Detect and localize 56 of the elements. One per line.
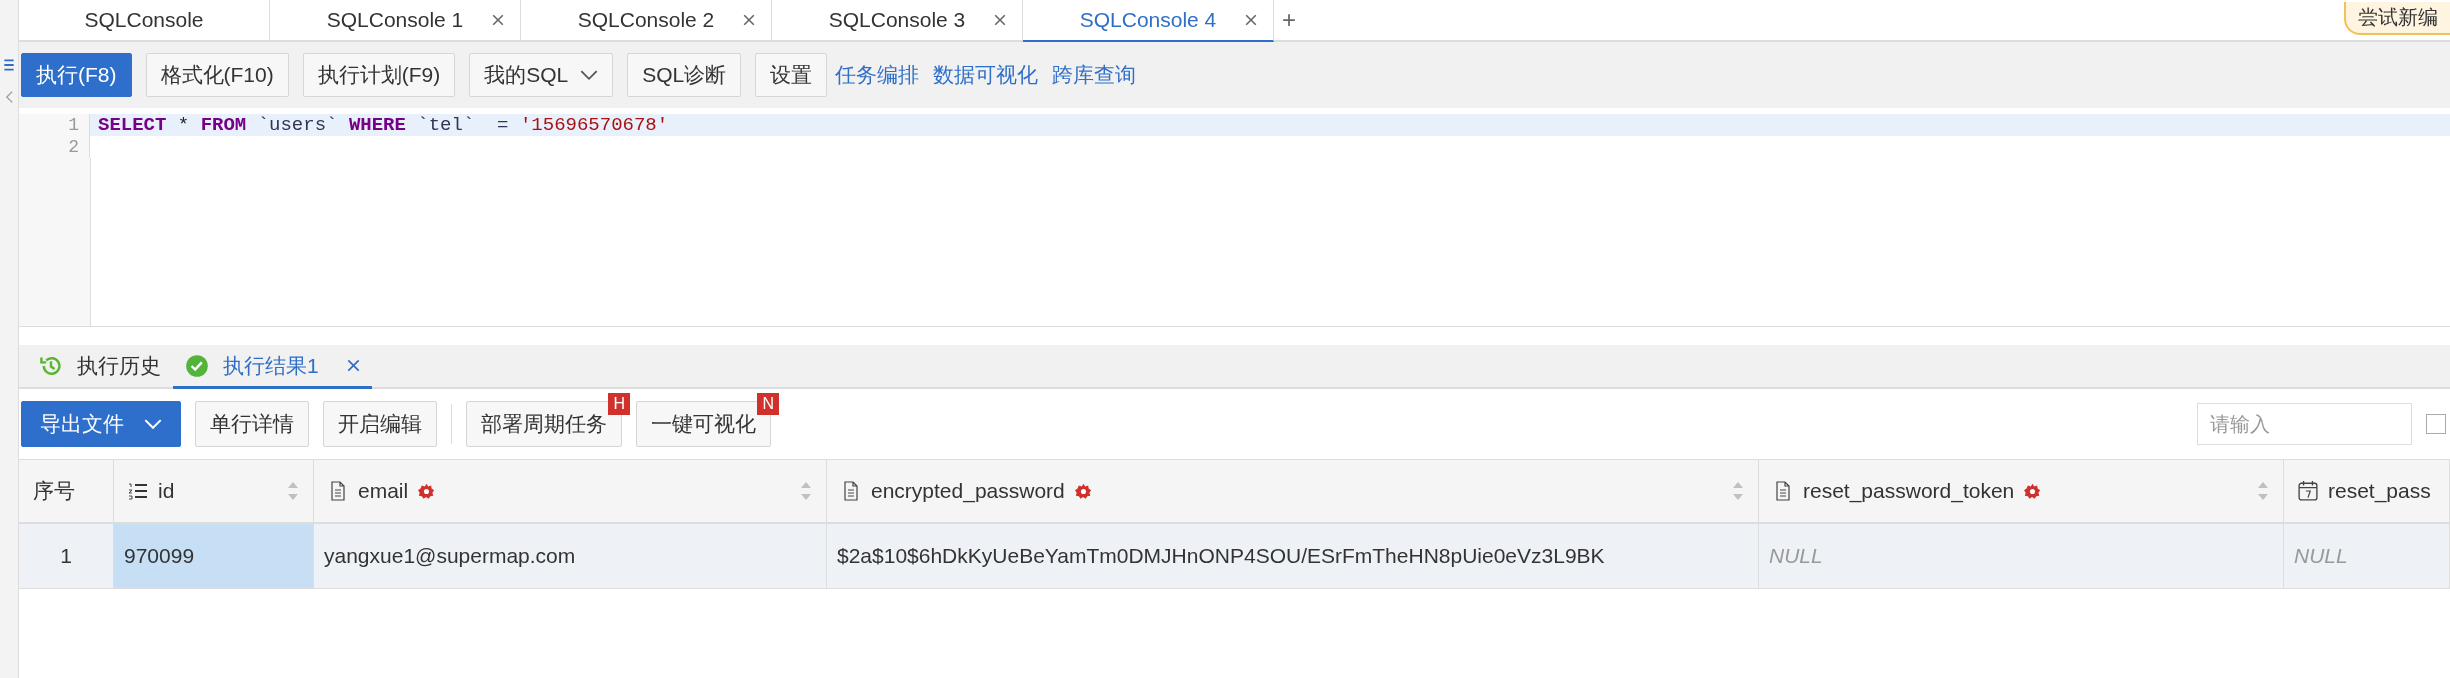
line-number: 2 (19, 136, 90, 158)
toolbar-link[interactable]: 数据可视化 (933, 61, 1039, 89)
chevron-down-icon (580, 69, 599, 81)
dropdown-button[interactable]: 我的SQL (469, 53, 614, 97)
try-new-editor-badge[interactable]: 尝试新编 (2344, 2, 2450, 35)
column-header[interactable]: reset_pass (2284, 460, 2450, 524)
document-icon (1773, 481, 1793, 501)
column-header[interactable]: reset_password_token (1759, 460, 2284, 524)
table-cell[interactable]: 970099 (114, 524, 314, 589)
close-icon[interactable] (743, 14, 755, 26)
new-badge: N (757, 393, 779, 415)
close-icon[interactable] (346, 359, 360, 372)
new-tab-button[interactable]: + (1274, 0, 1304, 40)
document-icon (841, 481, 861, 501)
gear-icon (418, 482, 436, 500)
close-icon[interactable] (1245, 14, 1257, 26)
column-header[interactable]: email (314, 460, 827, 524)
sql-code: SELECT * FROM `users` WHERE `tel` = '15696570678' (98, 114, 669, 136)
toolbar-button[interactable]: 单行详情 (195, 401, 309, 447)
table-cell[interactable]: yangxue1@supermap.com (314, 524, 827, 589)
list-icon (128, 481, 148, 501)
toolbar-link[interactable]: 跨库查询 (1052, 61, 1137, 89)
export-button[interactable]: 导出文件 (21, 401, 181, 447)
close-icon[interactable] (492, 14, 504, 26)
column-header[interactable]: encrypted_password (827, 460, 1759, 524)
search-field[interactable]: 请输入 (2197, 403, 2412, 445)
run-button[interactable]: 执行(F8) (21, 53, 132, 97)
result-tab[interactable]: 执行历史 (27, 345, 173, 387)
toolbar-button[interactable]: 格式化(F10) (145, 53, 289, 97)
table-cell[interactable]: 1 (19, 524, 114, 589)
line-number: 1 (19, 114, 90, 136)
gear-icon (1074, 482, 1092, 500)
toolbar-button[interactable]: 设置 (755, 53, 828, 97)
column-header[interactable]: id (114, 460, 314, 524)
document-icon (328, 481, 348, 501)
toolbar-button[interactable]: SQL诊断 (627, 53, 742, 97)
calendar-icon (2298, 481, 2318, 501)
column-header[interactable]: 序号 (19, 460, 114, 524)
success-icon (185, 353, 209, 378)
console-tab[interactable]: SQLConsole (19, 0, 270, 40)
chevron-down-icon (144, 418, 162, 430)
result-tab[interactable]: 执行结果1 (173, 345, 372, 389)
history-icon (39, 354, 63, 378)
toolbar-link[interactable]: 任务编排 (835, 61, 920, 89)
console-tab[interactable]: SQLConsole 1 (270, 0, 521, 40)
chevron-left-icon[interactable] (4, 90, 14, 104)
console-tab[interactable]: SQLConsole 3 (772, 0, 1023, 40)
new-badge: H (608, 393, 630, 415)
console-tab[interactable]: SQLConsole 2 (521, 0, 772, 40)
toolbar-button[interactable]: 开启编辑 (323, 401, 437, 447)
close-icon[interactable] (994, 14, 1006, 26)
menu-icon[interactable] (3, 58, 15, 72)
checkbox[interactable] (2426, 414, 2446, 434)
gear-icon (2024, 482, 2042, 500)
toolbar-button[interactable]: 执行计划(F9) (302, 53, 456, 97)
table-cell[interactable]: $2a$10$6hDkKyUeBeYamTm0DMJHnONP4SOU/ESrFmTheHN8pUie0eVz3L9BK (827, 524, 1759, 589)
